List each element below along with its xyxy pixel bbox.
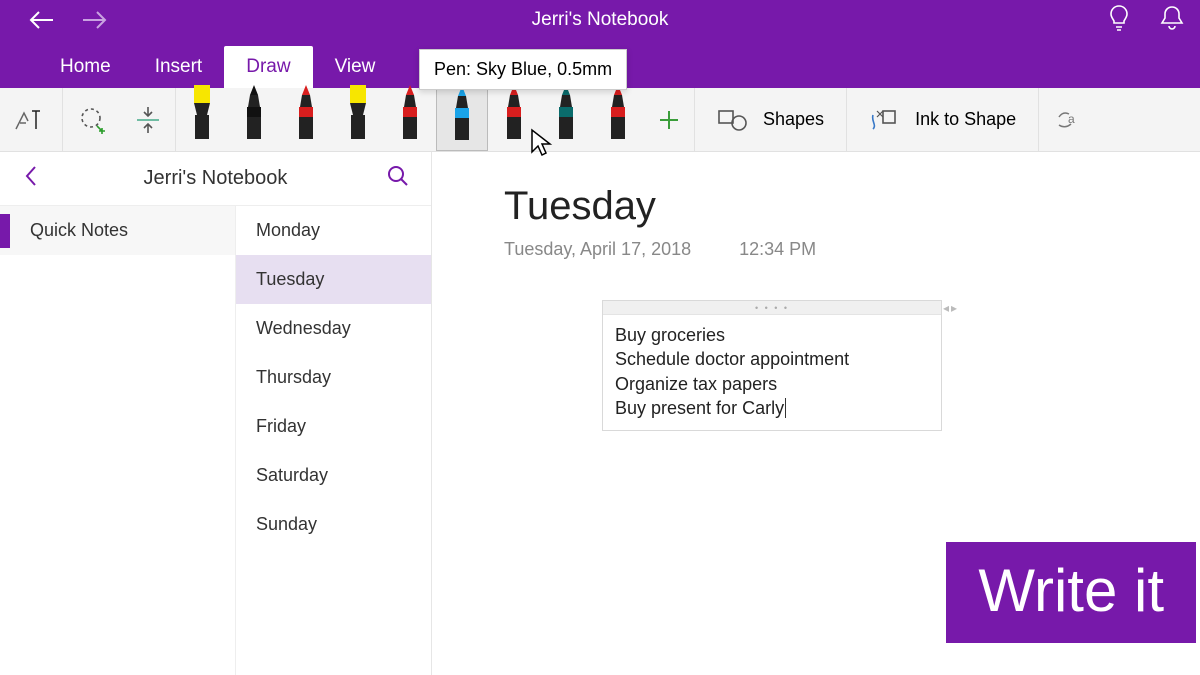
tab-insert[interactable]: Insert (133, 46, 225, 88)
page-item[interactable]: Wednesday (236, 304, 431, 353)
insert-space-button[interactable] (121, 88, 175, 151)
ink-to-shape-label: Ink to Shape (915, 109, 1016, 130)
navigation-panel: Jerri's Notebook Quick Notes MondayTuesd… (0, 152, 432, 675)
pen-4[interactable] (384, 88, 436, 151)
pen-0[interactable] (176, 88, 228, 151)
note-line[interactable]: Schedule doctor appointment (615, 347, 929, 371)
pen-2[interactable] (280, 88, 332, 151)
note-line[interactable]: Buy present for Carly (615, 396, 929, 420)
page-list: MondayTuesdayWednesdayThursdayFridaySatu… (236, 206, 431, 675)
pen-tooltip: Pen: Sky Blue, 0.5mm (419, 49, 627, 90)
page-time: 12:34 PM (739, 239, 816, 260)
note-line[interactable]: Organize tax papers (615, 372, 929, 396)
add-pen-button[interactable] (644, 88, 694, 151)
page-item[interactable]: Sunday (236, 500, 431, 549)
page-item[interactable]: Thursday (236, 353, 431, 402)
pen-gallery (176, 88, 695, 151)
section-color-indicator (0, 214, 10, 248)
container-drag-handle[interactable]: • • • •◂▸ (603, 301, 941, 315)
tab-draw[interactable]: Draw (224, 46, 312, 88)
mouse-cursor-icon (530, 128, 554, 163)
page-timestamp: Tuesday, April 17, 2018 12:34 PM (504, 239, 1200, 260)
title-bar: Jerri's Notebook (0, 0, 1200, 40)
search-button[interactable] (383, 161, 413, 196)
pen-5[interactable] (436, 88, 488, 151)
back-button[interactable] (28, 6, 56, 34)
section-item[interactable]: Quick Notes (0, 206, 235, 255)
tab-view[interactable]: View (313, 46, 398, 88)
forward-button[interactable] (80, 6, 108, 34)
lightbulb-icon[interactable] (1108, 5, 1130, 36)
section-list: Quick Notes (0, 206, 236, 675)
page-date: Tuesday, April 17, 2018 (504, 239, 691, 260)
shapes-button[interactable]: Shapes (695, 88, 846, 151)
pen-3[interactable] (332, 88, 384, 151)
shapes-label: Shapes (763, 109, 824, 130)
page-item[interactable]: Friday (236, 402, 431, 451)
pen-1[interactable] (228, 88, 280, 151)
tab-home[interactable]: Home (38, 46, 133, 88)
svg-text:a: a (1068, 112, 1075, 126)
draw-ribbon: Shapes Ink to Shape a (0, 88, 1200, 152)
page-item[interactable]: Saturday (236, 451, 431, 500)
note-line[interactable]: Buy groceries (615, 323, 929, 347)
resize-handle-icon[interactable]: ◂▸ (943, 301, 959, 315)
nav-back-button[interactable] (14, 161, 48, 197)
ink-to-shape-button[interactable]: Ink to Shape (847, 88, 1038, 151)
lasso-select-button[interactable] (63, 88, 121, 151)
pen-8[interactable] (592, 88, 644, 151)
page-title[interactable]: Tuesday (504, 184, 1200, 229)
page-item[interactable]: Monday (236, 206, 431, 255)
nav-title: Jerri's Notebook (48, 167, 383, 190)
overlay-banner: Write it (946, 542, 1196, 643)
notifications-icon[interactable] (1160, 5, 1184, 36)
page-item[interactable]: Tuesday (236, 255, 431, 304)
notebook-title: Jerri's Notebook (0, 9, 1200, 31)
note-text-container[interactable]: • • • •◂▸ Buy groceriesSchedule doctor a… (602, 300, 942, 431)
ink-replay-button[interactable]: a (1039, 88, 1097, 151)
text-mode-button[interactable] (0, 88, 62, 151)
note-body[interactable]: Buy groceriesSchedule doctor appointment… (603, 315, 941, 430)
app-header: Jerri's Notebook Home Insert Draw View P… (0, 0, 1200, 88)
